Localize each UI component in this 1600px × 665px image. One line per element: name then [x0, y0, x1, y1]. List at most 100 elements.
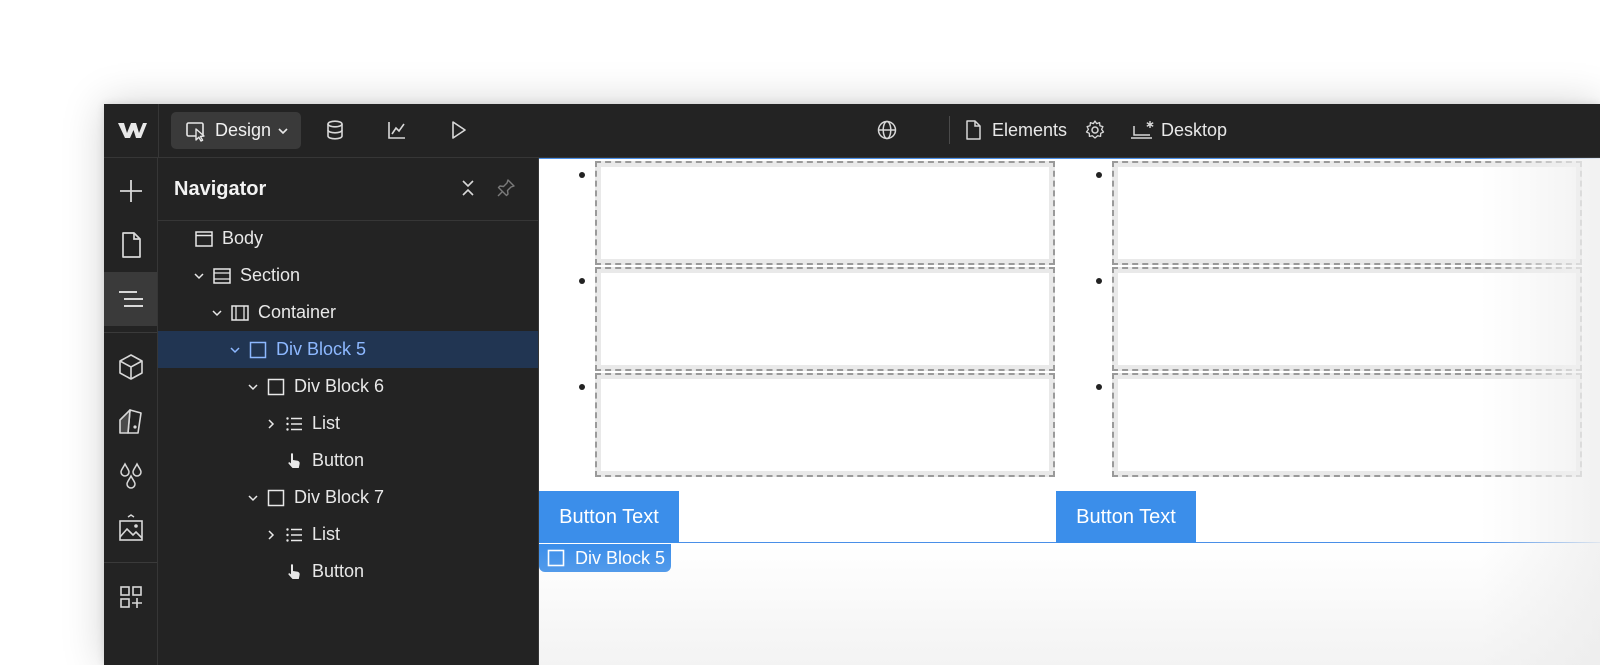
- section-icon: [213, 267, 231, 284]
- chevron-down-icon[interactable]: [246, 380, 260, 394]
- list-item-content: [1118, 379, 1576, 471]
- chevron-down-icon[interactable]: [228, 343, 242, 357]
- webflow-logo-icon[interactable]: [116, 118, 148, 142]
- style-selector-icon: [118, 409, 142, 434]
- canvas-button-text[interactable]: Button Text: [539, 491, 679, 543]
- variables-button[interactable]: [104, 448, 157, 502]
- list-item[interactable]: [1112, 267, 1582, 371]
- div-block-icon: [249, 341, 267, 358]
- globe-icon[interactable]: [876, 119, 898, 141]
- list-item[interactable]: [595, 267, 1055, 371]
- list-icon: [286, 527, 302, 542]
- navigator-button[interactable]: [104, 272, 157, 326]
- design-mode-label: Design: [215, 120, 272, 140]
- collapse-all-icon[interactable]: [458, 178, 478, 198]
- navigator-item-section[interactable]: Section: [158, 257, 538, 294]
- desktop-breakpoint-icon[interactable]: [1130, 119, 1156, 141]
- chevron-right-icon[interactable]: [264, 528, 278, 542]
- list-item[interactable]: [595, 373, 1055, 477]
- navigator-item-label: List: [312, 413, 341, 433]
- navigator-title: Navigator: [174, 178, 267, 200]
- list-item-content: [601, 273, 1049, 365]
- pages-button[interactable]: [104, 218, 157, 272]
- navigator-item-container[interactable]: Container: [158, 294, 538, 331]
- logo-divider: [158, 104, 159, 157]
- canvas-button-text[interactable]: Button Text: [1056, 491, 1196, 543]
- list-icon: [286, 416, 302, 431]
- design-mode-button[interactable]: Design: [171, 112, 301, 149]
- add-plus-icon: [119, 180, 142, 202]
- database-icon[interactable]: [324, 119, 346, 141]
- components-cube-icon: [118, 354, 143, 380]
- list-bullet: [579, 278, 585, 284]
- style-selectors-button[interactable]: [104, 394, 157, 448]
- navigator-item-label: Button: [312, 561, 365, 581]
- list-item-content: [1118, 167, 1576, 259]
- current-page-label[interactable]: Elements: [992, 120, 1067, 141]
- settings-gear-icon[interactable]: [1084, 119, 1106, 141]
- container-icon: [231, 304, 249, 321]
- navigator-header: Navigator: [158, 158, 538, 221]
- list-bullet: [579, 384, 585, 390]
- apps-icon: [119, 586, 142, 608]
- navigator-item-list[interactable]: List: [158, 405, 538, 442]
- navigator-icon: [118, 291, 143, 307]
- left-toolbar: [104, 158, 158, 665]
- navigator-item-label: Div Block 7: [294, 487, 385, 507]
- navigator-item-div-block-5[interactable]: Div Block 5: [158, 331, 538, 368]
- navigator-item-label: Div Block 6: [294, 376, 385, 396]
- navigator-item-label: Section: [240, 265, 301, 285]
- caret-spacer: [264, 565, 278, 579]
- preview-play-icon[interactable]: [447, 119, 469, 141]
- design-canvas[interactable]: Button Text Button Text Div Block 5: [539, 158, 1600, 665]
- list-item-content: [1118, 273, 1576, 365]
- div-block-icon: [267, 489, 285, 506]
- navigator-item-list[interactable]: List: [158, 516, 538, 553]
- list-item-content: [601, 379, 1049, 471]
- navigator-tree: Body Section Container Div Block 5 Div Block…: [158, 220, 538, 590]
- list-item[interactable]: [595, 161, 1055, 265]
- list-item-content: [601, 167, 1049, 259]
- assets-image-icon: [118, 514, 143, 541]
- chevron-down-icon[interactable]: [192, 269, 206, 283]
- chevron-down-icon: [278, 127, 288, 134]
- breakpoint-label[interactable]: Desktop: [1161, 120, 1227, 141]
- navigator-item-label: Div Block 5: [276, 339, 367, 359]
- navigator-item-div-block-7[interactable]: Div Block 7: [158, 479, 538, 516]
- top-bar: Design Elements Desktop: [104, 104, 1600, 158]
- selected-element-tag[interactable]: Div Block 5: [539, 544, 671, 572]
- chevron-down-icon[interactable]: [210, 306, 224, 320]
- variables-drops-icon: [119, 462, 142, 489]
- navigator-item-body[interactable]: Body: [158, 220, 538, 257]
- list-bullet: [1096, 172, 1102, 178]
- designer-window: Design Elements Desktop Navigator Body S…: [104, 104, 1600, 665]
- rail-divider: [104, 332, 157, 333]
- div-block-5-element[interactable]: Button Text Button Text: [539, 158, 1600, 543]
- navigator-item-button[interactable]: Button: [158, 553, 538, 590]
- rail-divider: [104, 562, 157, 563]
- add-elements-button[interactable]: [104, 164, 157, 218]
- pin-icon[interactable]: [496, 178, 516, 198]
- navigator-item-button[interactable]: Button: [158, 442, 538, 479]
- list-item[interactable]: [1112, 373, 1582, 477]
- list-bullet: [579, 172, 585, 178]
- navigator-panel: Navigator Body Section Container Div Block …: [158, 158, 539, 665]
- design-cursor-icon: [186, 121, 205, 142]
- analytics-icon[interactable]: [386, 119, 408, 141]
- caret-spacer: [264, 454, 278, 468]
- button-hand-icon: [288, 452, 300, 468]
- apps-button[interactable]: [104, 570, 157, 624]
- navigator-item-div-block-6[interactable]: Div Block 6: [158, 368, 538, 405]
- selected-element-label: Div Block 5: [575, 547, 666, 568]
- chevron-right-icon[interactable]: [264, 417, 278, 431]
- list-item[interactable]: [1112, 161, 1582, 265]
- list-bullet: [1096, 384, 1102, 390]
- components-button[interactable]: [104, 340, 157, 394]
- button-hand-icon: [288, 563, 300, 579]
- body-icon: [195, 230, 213, 247]
- div-block-icon: [547, 549, 565, 567]
- assets-button[interactable]: [104, 502, 157, 556]
- chevron-down-icon[interactable]: [246, 491, 260, 505]
- canvas-bottom-fade: [539, 545, 1600, 665]
- navigator-item-label: List: [312, 524, 341, 544]
